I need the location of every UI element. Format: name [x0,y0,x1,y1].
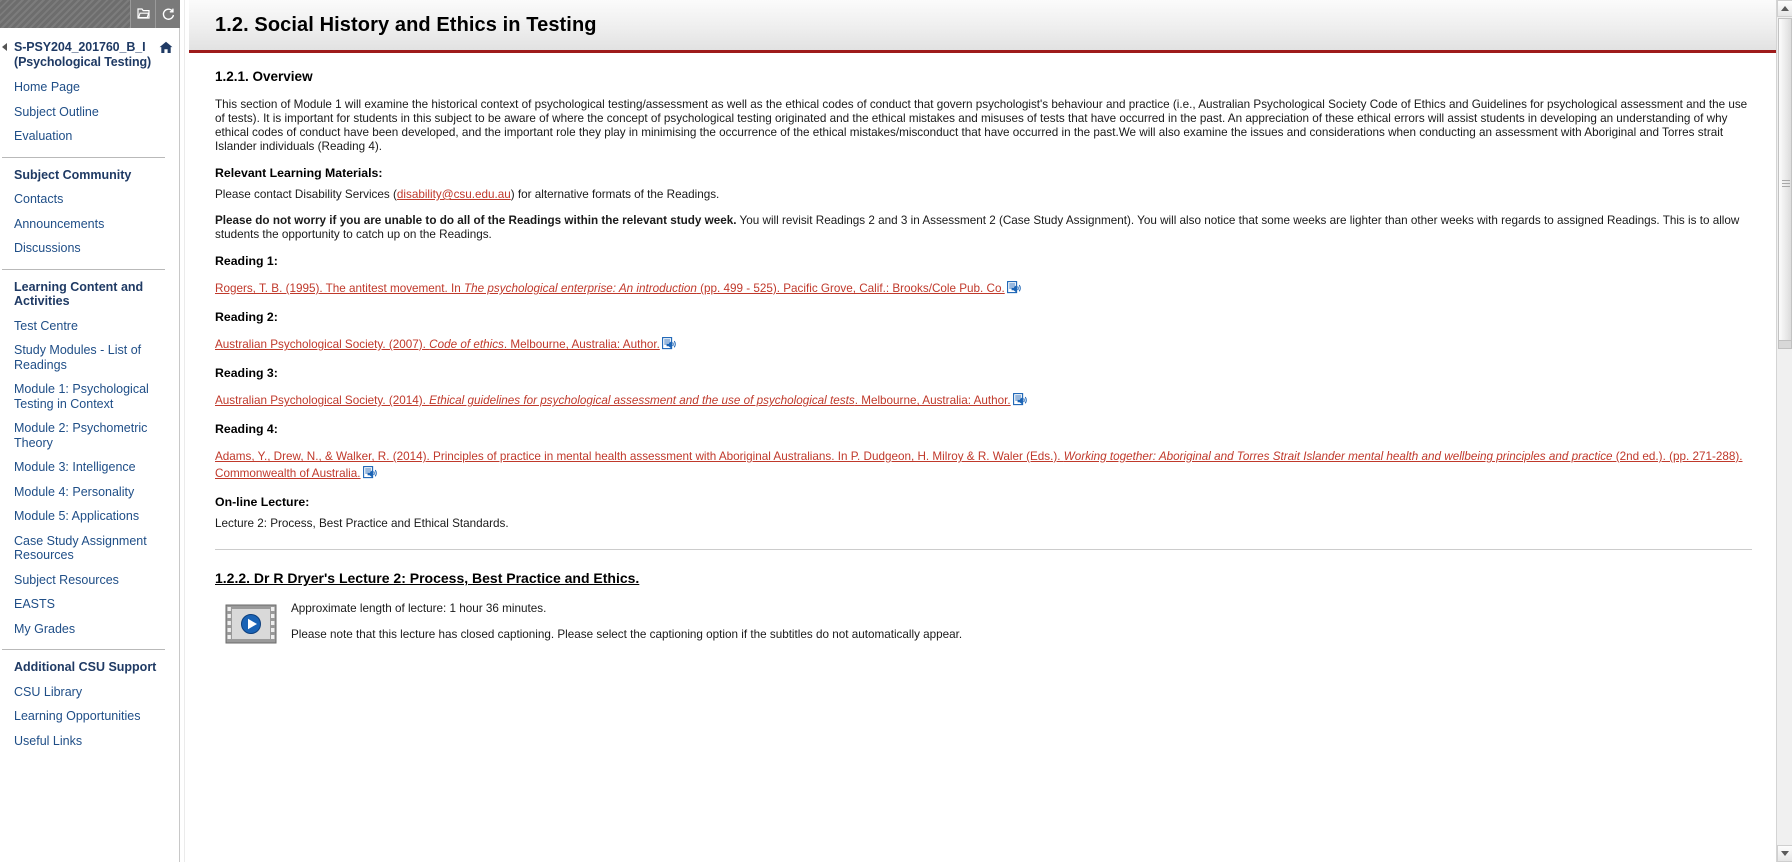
sidebar-nav: S-PSY204_201760_B_I (Psychological Testi… [0,28,180,862]
sidebar-item-announcements[interactable]: Announcements [0,212,179,237]
sidebar-item-test-centre[interactable]: Test Centre [0,314,179,339]
course-title-row: S-PSY204_201760_B_I (Psychological Testi… [0,38,179,75]
sidebar-item-module-1-psychological-testing-in-context[interactable]: Module 1: Psychological Testing in Conte… [0,377,179,416]
reading-label: Reading 2: [215,310,278,324]
citation-title-italic: Code of ethics [429,338,504,351]
scroll-up-arrow-icon[interactable] [1777,0,1792,17]
scroll-down-arrow-icon[interactable] [1777,845,1792,862]
reading-label: Reading 3: [215,366,278,380]
reading-link[interactable]: Australian Psychological Society. (2014)… [215,394,1011,407]
disability-text-after: ) for alternative formats of the Reading… [510,188,720,201]
sidebar-item-module-2-psychometric-theory[interactable]: Module 2: Psychometric Theory [0,416,179,455]
citation-text: (pp. 499 - 525). Pacific Grove, Calif.: … [696,282,1005,295]
sidebar-item-subject-resources[interactable]: Subject Resources [0,568,179,593]
lecture-section-title: 1.2.2. Dr R Dryer's Lecture 2: Process, … [215,570,640,586]
sidebar-item-csu-library[interactable]: CSU Library [0,680,179,705]
citation-text: Australian Psychological Society. (2007)… [215,338,430,351]
lecture-text: Approximate length of lecture: 1 hour 36… [291,602,962,654]
disability-text-before: Please contact Disability Services ( [215,188,397,201]
sidebar-item-evaluation[interactable]: Evaluation [0,124,179,149]
relevant-learning-materials-heading: Relevant Learning Materials: [215,166,383,180]
reading-citation: Australian Psychological Society. (2014)… [215,392,1752,412]
sidebar-item-module-3-intelligence[interactable]: Module 3: Intelligence [0,455,179,480]
readings-list: Reading 1: Rogers, T. B. (1995). The anti… [215,254,1752,485]
lecture-block: Approximate length of lecture: 1 hour 36… [215,602,1752,654]
online-lecture-text: Lecture 2: Process, Best Practice and Et… [215,517,509,530]
citation-title-italic: Working together: Aboriginal and Torres … [1063,450,1613,463]
disability-services-paragraph: Please contact Disability Services (disa… [215,188,1752,202]
vertical-scrollbar[interactable] [1776,0,1792,862]
audio-reading-icon[interactable] [1012,393,1028,412]
nav-group-heading: Learning Content and Activities [14,279,144,309]
reading-citation: Adams, Y., Drew, N., & Walker, R. (2014)… [215,448,1752,485]
reading-link[interactable]: Australian Psychological Society. (2007)… [215,338,660,351]
page-header: 1.2. Social History and Ethics in Testin… [189,0,1776,53]
sidebar-item-study-modules-list-of-readings[interactable]: Study Modules - List of Readings [0,338,179,377]
nav-separator [2,649,165,650]
nav-group-heading: Subject Community [14,167,132,182]
sidebar-item-contacts[interactable]: Contacts [0,187,179,212]
content-left-rule [180,0,189,862]
sidebar-item-subject-outline[interactable]: Subject Outline [0,100,179,125]
page-title: 1.2. Social History and Ethics in Testin… [215,13,597,36]
sidebar-item-home-page[interactable]: Home Page [0,75,179,100]
nav-separator [2,156,165,158]
sidebar-item-case-study-assignment-resources[interactable]: Case Study Assignment Resources [0,529,179,568]
reading-citation: Rogers, T. B. (1995). The antitest movem… [215,280,1752,300]
overview-heading: 1.2.1. Overview [215,69,313,84]
sidebar-item-useful-links[interactable]: Useful Links [0,729,179,754]
sidebar-item-discussions[interactable]: Discussions [0,236,179,261]
course-menu-sidebar: S-PSY204_201760_B_I (Psychological Testi… [0,0,180,862]
citation-text: . Melbourne, Australia: Author. [503,338,660,351]
reading-label: Reading 1: [215,254,278,268]
folder-open-icon[interactable] [130,0,155,28]
section-divider [215,549,1752,550]
audio-reading-icon[interactable] [362,466,378,485]
lecture-length-text: Approximate length of lecture: 1 hour 36… [291,602,547,615]
sidebar-item-easts[interactable]: EASTS [0,592,179,617]
sidebar-toolbar [0,0,180,28]
content-body: 1.2.1. Overview This section of Module 1… [189,53,1776,654]
main-region: 1.2. Social History and Ethics in Testin… [180,0,1792,862]
citation-text: . Melbourne, Australia: Author. [854,394,1011,407]
scrollbar-thumb[interactable] [1778,18,1792,348]
application-window: S-PSY204_201760_B_I (Psychological Testi… [0,0,1792,862]
sidebar-nav-groups: Home Page Subject Outline Evaluation Subjec… [0,75,179,753]
reading-link[interactable]: Adams, Y., Drew, N., & Walker, R. (2014)… [215,450,1743,480]
collapse-menu-arrow-icon[interactable] [2,43,7,51]
reading-link[interactable]: Rogers, T. B. (1995). The antitest movem… [215,282,1005,295]
disability-email-link[interactable]: disability@csu.edu.au [397,188,511,201]
content-area: 1.2. Social History and Ethics in Testin… [189,0,1776,862]
refresh-icon[interactable] [155,0,180,28]
citation-title-italic: Ethical guidelines for psychological ass… [429,394,855,407]
audio-reading-icon[interactable] [661,337,677,356]
citation-text: Rogers, T. B. (1995). The antitest movem… [215,282,465,295]
sidebar-item-module-5-applications[interactable]: Module 5: Applications [0,504,179,529]
lecture-caption-text: Please note that this lecture has closed… [291,628,963,641]
citation-text: Adams, Y., Drew, N., & Walker, R. (2014)… [215,450,1064,463]
online-lecture-heading: On-line Lecture: [215,495,310,509]
course-title: S-PSY204_201760_B_I (Psychological Testi… [14,40,152,69]
sidebar-item-learning-opportunities[interactable]: Learning Opportunities [0,704,179,729]
sidebar-item-my-grades[interactable]: My Grades [0,617,179,642]
overview-paragraph: This section of Module 1 will examine th… [215,98,1748,153]
citation-title-italic: The psychological enterprise: An introdu… [464,282,697,295]
video-icon[interactable] [225,604,277,649]
scrollbar-track-mark[interactable] [1778,340,1792,349]
nav-group-heading: Additional CSU Support [14,660,157,674]
do-not-worry-paragraph: Please do not worry if you are unable to… [215,214,1752,242]
audio-reading-icon[interactable] [1006,281,1022,300]
reading-label: Reading 4: [215,422,278,436]
do-not-worry-bold: Please do not worry if you are unable to… [215,214,737,227]
citation-text: Australian Psychological Society. (2014)… [215,394,430,407]
nav-separator [2,268,165,270]
sidebar-item-module-4-personality[interactable]: Module 4: Personality [0,480,179,505]
home-icon[interactable] [159,41,173,59]
reading-citation: Australian Psychological Society. (2007)… [215,336,1752,356]
